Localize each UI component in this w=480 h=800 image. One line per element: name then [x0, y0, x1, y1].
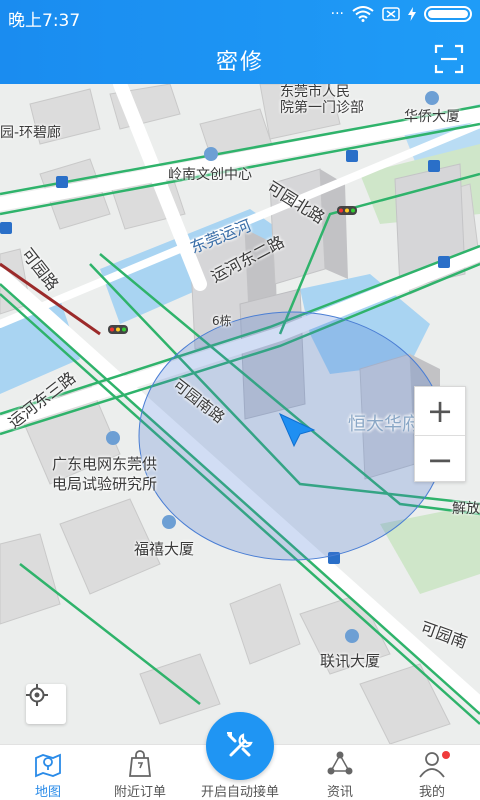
map-icon: [35, 753, 61, 778]
nav-news-label: 资讯: [326, 785, 353, 800]
notification-badge: [442, 751, 450, 759]
nav-nearby-orders[interactable]: 附近订单: [92, 745, 188, 800]
nav-auto-accept-label: 开启自动接单: [200, 785, 279, 800]
nav-map-label: 地图: [34, 785, 61, 800]
battery-icon: [424, 6, 472, 22]
crosshair-icon: [26, 684, 48, 706]
notification-dots: ···: [330, 6, 344, 22]
map-label-fuxi: 福禧大厦: [134, 540, 195, 558]
map-label-lingnan: 岭南文创中心: [168, 167, 252, 183]
map-label-hengda: 恒大华府: [348, 414, 420, 435]
map-label-hospital: 东莞市人民 院第一门诊部: [280, 84, 364, 116]
nav-nearby-orders-label: 附近订单: [113, 785, 166, 800]
order-bag-icon: [128, 750, 152, 777]
scan-icon[interactable]: [434, 44, 464, 74]
wrench-screwdriver-icon: [227, 732, 253, 757]
sim-off-icon: [382, 7, 400, 21]
map-label-jiefang: 解放: [452, 501, 480, 517]
status-time: 晚上7:37: [8, 11, 81, 31]
map-label-building6: 6栋: [212, 314, 232, 328]
auto-accept-button[interactable]: [206, 712, 274, 780]
nav-profile-label: 我的: [418, 785, 445, 800]
zoom-in-button[interactable]: +: [415, 387, 465, 435]
nav-news[interactable]: 资讯: [292, 745, 388, 800]
charging-icon: [408, 7, 416, 21]
zoom-out-button[interactable]: −: [415, 435, 465, 483]
map-view[interactable]: 东莞市人民 院第一门诊部 华侨大厦 园-环碧廊 岭南文创中心 可园北路 东莞运河…: [0, 84, 480, 744]
nav-profile[interactable]: 我的: [384, 745, 480, 800]
status-icons: ···: [331, 6, 472, 22]
title-bar: 密修: [0, 34, 480, 84]
map-label-grid-institute: 广东电网东莞供 电局试验研究所: [52, 455, 158, 493]
share-nodes-icon: [327, 751, 353, 775]
wifi-icon: [352, 6, 374, 22]
map-label-huaqiao: 华侨大厦: [404, 109, 460, 125]
locate-button[interactable]: [26, 684, 66, 724]
status-bar: 晚上7:37 ···: [0, 0, 480, 34]
page-title: 密修: [215, 50, 264, 75]
map-label-lianxun: 联讯大厦: [320, 652, 381, 670]
map-label-bilang: 园-环碧廊: [0, 125, 62, 141]
nav-map[interactable]: 地图: [0, 745, 96, 800]
zoom-control: + −: [414, 386, 466, 482]
